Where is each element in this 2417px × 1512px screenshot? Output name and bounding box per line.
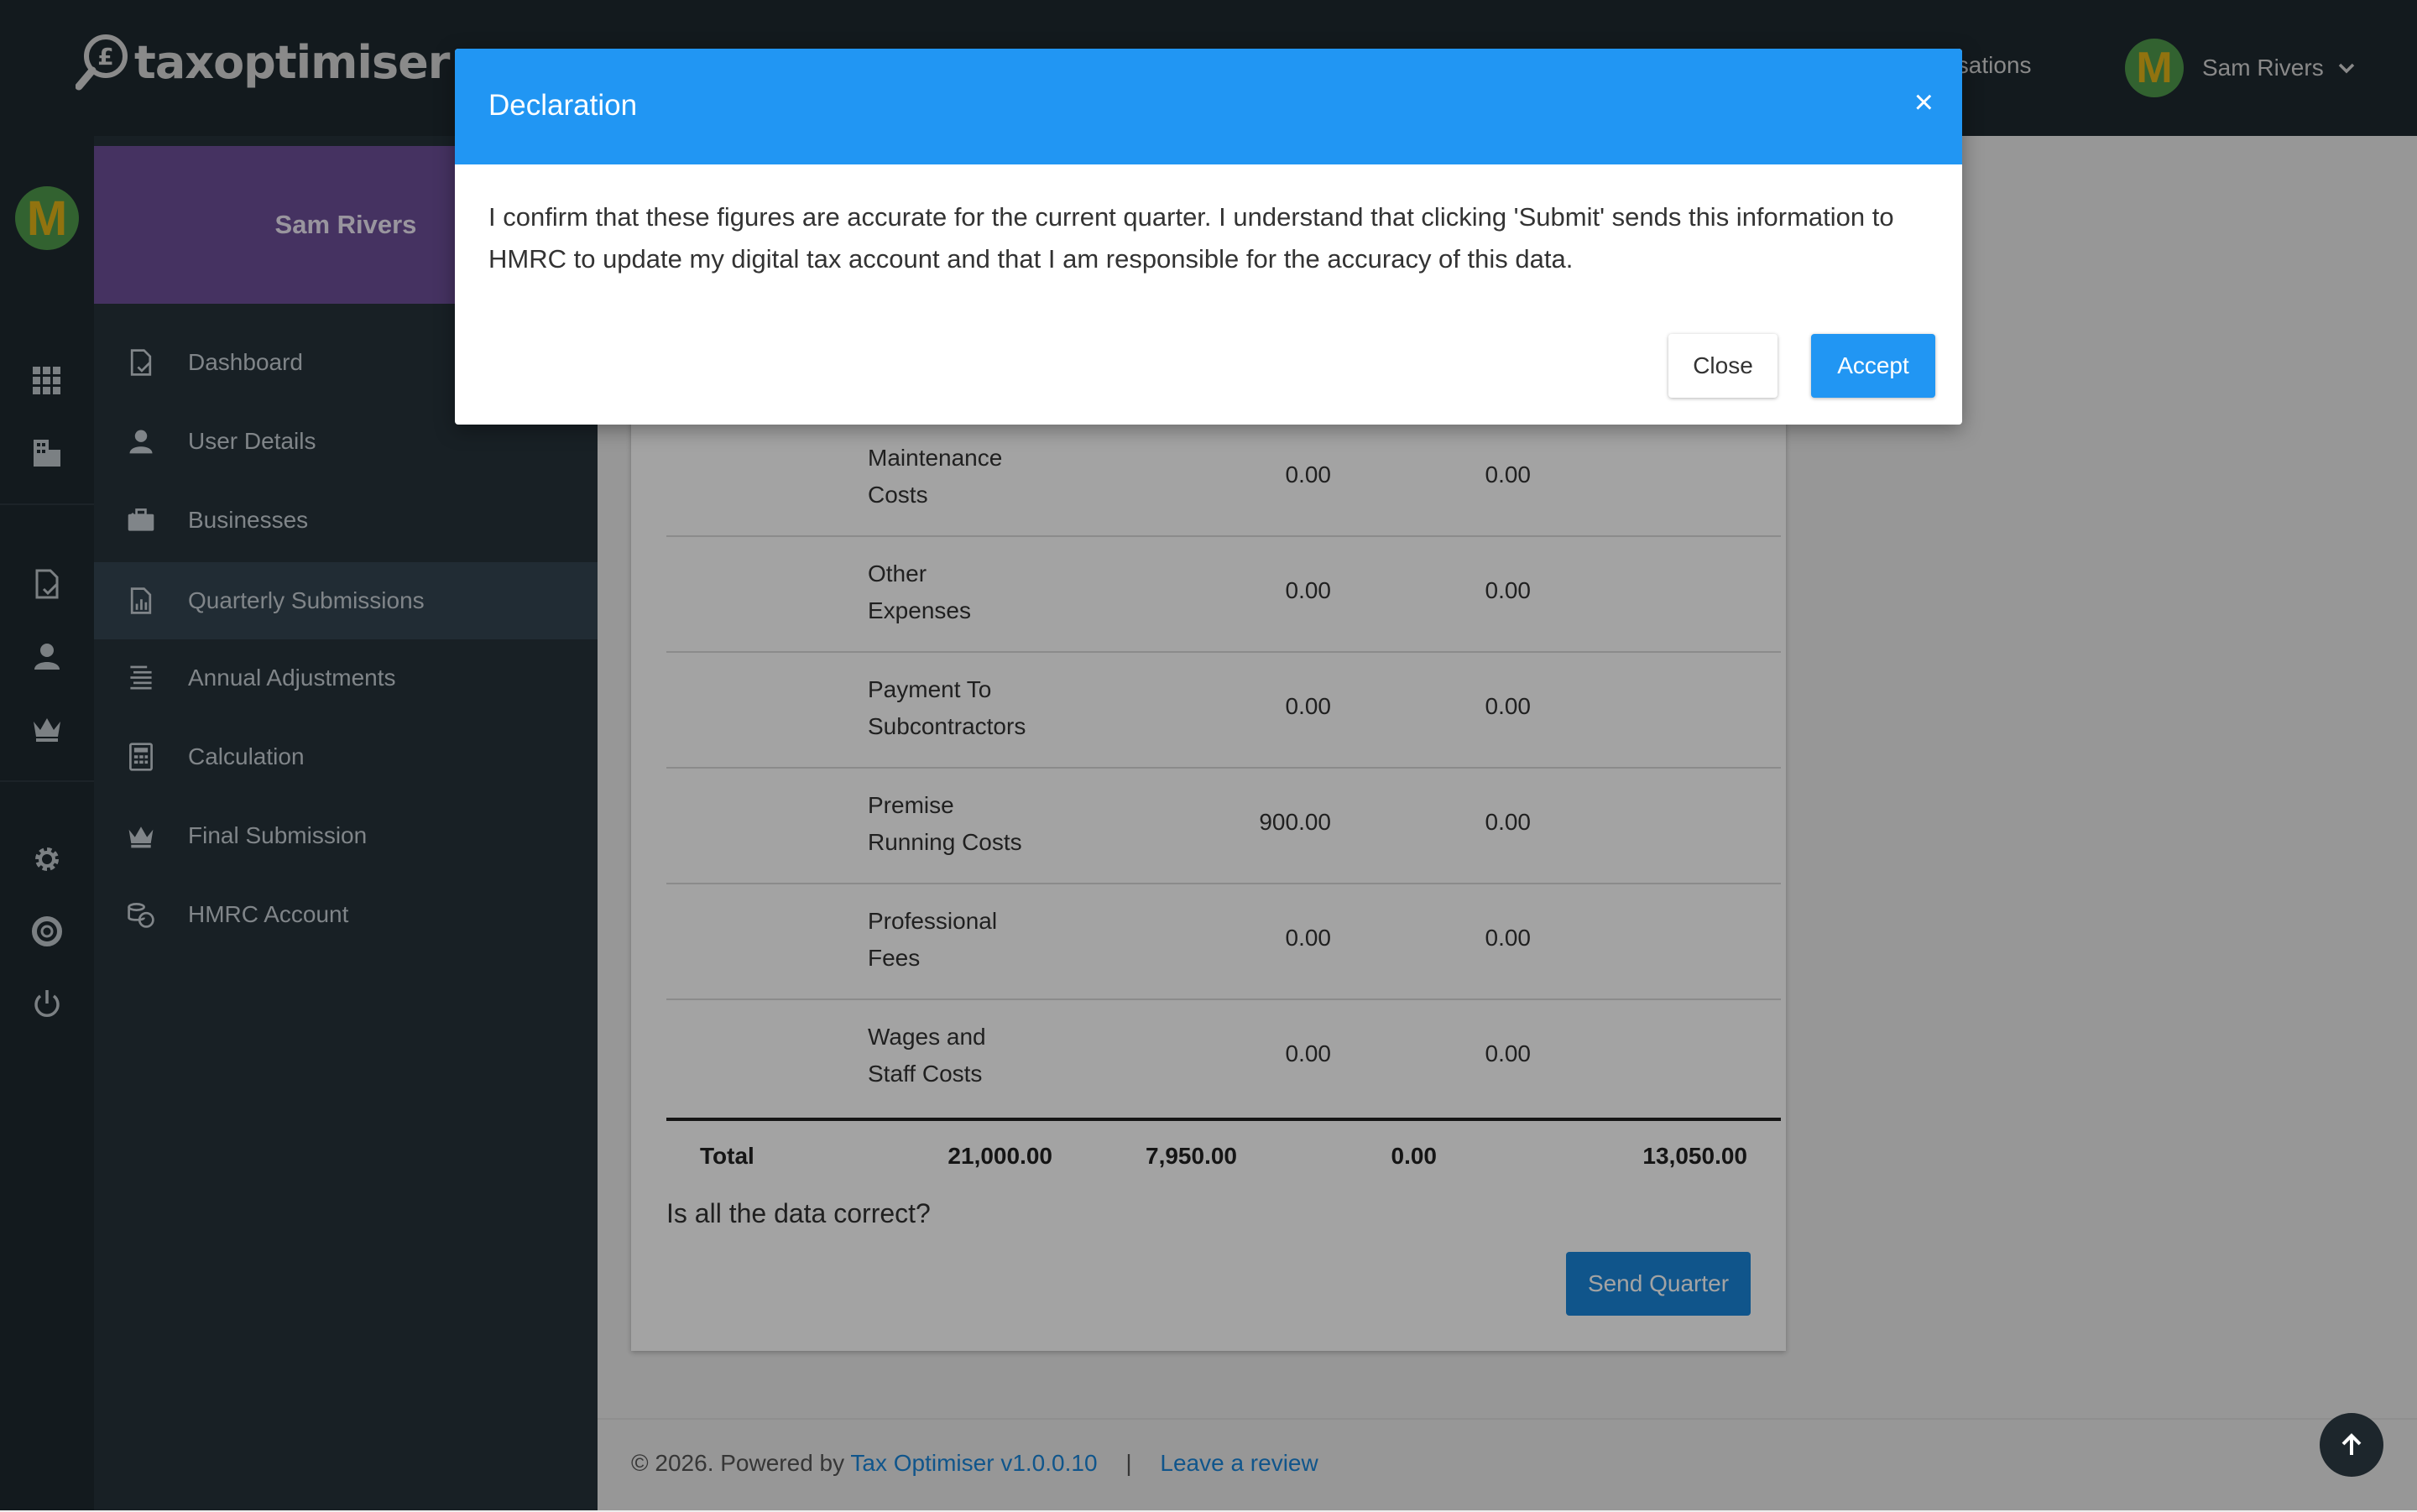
close-icon[interactable]: × — [1914, 86, 1934, 119]
accept-button[interactable]: Accept — [1811, 334, 1935, 398]
arrow-up-icon — [2341, 1433, 2362, 1455]
close-button[interactable]: Close — [1668, 334, 1778, 398]
modal-header: Declaration × — [455, 49, 1962, 164]
scroll-to-top-button[interactable] — [2320, 1413, 2383, 1477]
declaration-text: I confirm that these figures are accurat… — [488, 202, 1894, 274]
declaration-modal: Declaration × I confirm that these figur… — [455, 49, 1962, 425]
modal-title: Declaration — [488, 89, 638, 122]
